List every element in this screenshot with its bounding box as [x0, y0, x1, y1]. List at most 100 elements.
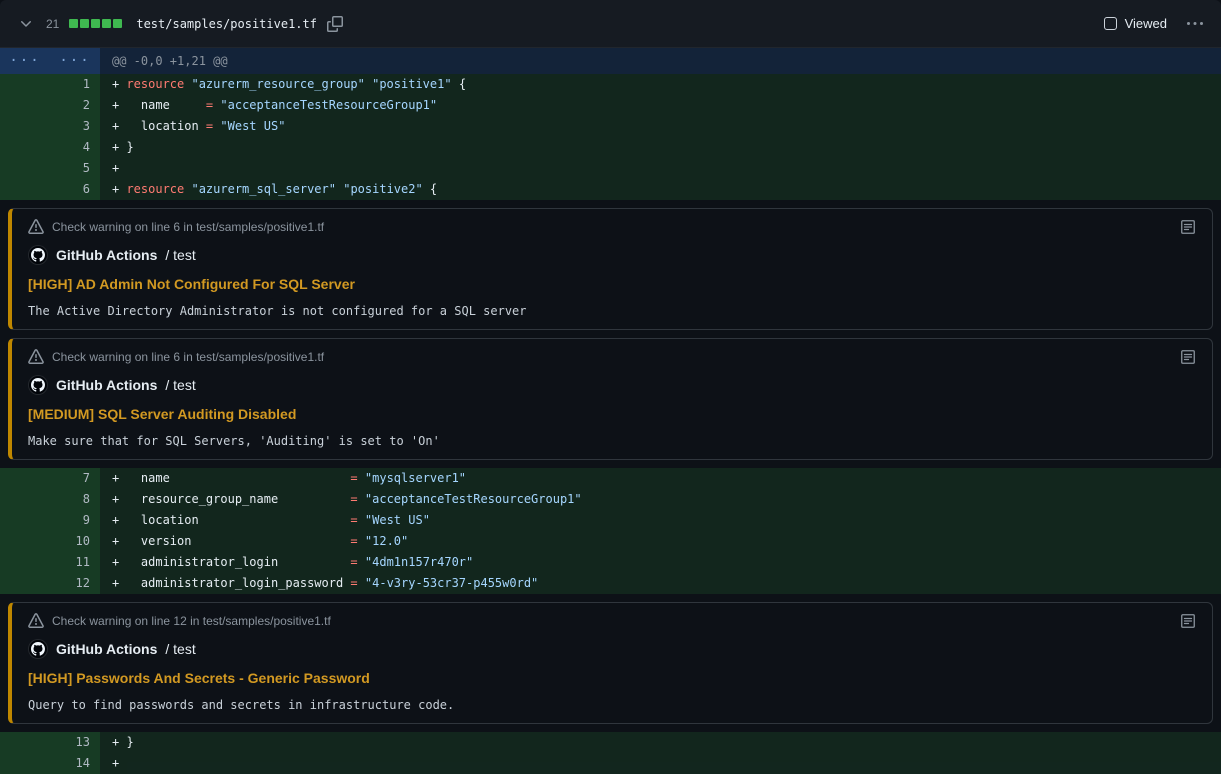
collapse-file-button[interactable] — [16, 14, 36, 34]
new-line-number[interactable]: 7 — [50, 468, 100, 489]
new-line-number[interactable]: 10 — [50, 531, 100, 552]
diff-line: 1+ resource "azurerm_resource_group" "po… — [0, 74, 1221, 95]
diff-line: 12+ administrator_login_password = "4-v3… — [0, 573, 1221, 594]
old-line-number[interactable] — [0, 732, 50, 753]
old-line-number[interactable] — [0, 489, 50, 510]
hunk-gutter: ··· ··· — [0, 48, 100, 74]
diff-view: { "colors": { "addition_green": "#3fb950… — [0, 0, 1221, 774]
code-line: + — [100, 753, 1221, 774]
check-run-link[interactable]: GitHub Actions / test — [28, 639, 1196, 659]
copy-path-button[interactable] — [325, 14, 345, 34]
code-line: + administrator_login = "4dm1n157r470r" — [100, 552, 1221, 573]
check-annotation: Check warning on line 12 in test/samples… — [8, 602, 1213, 724]
code-line: + resource "azurerm_sql_server" "positiv… — [100, 179, 1221, 200]
new-line-number[interactable]: 9 — [50, 510, 100, 531]
viewed-label: Viewed — [1125, 16, 1167, 31]
old-line-number[interactable] — [0, 552, 50, 573]
old-line-number[interactable] — [0, 468, 50, 489]
hunk-header-row: ··· ··· @@ -0,0 +1,21 @@ — [0, 48, 1221, 74]
old-line-number[interactable] — [0, 137, 50, 158]
old-line-number[interactable] — [0, 753, 50, 774]
expand-diff-up-button[interactable]: ··· — [0, 48, 50, 74]
code-line: + resource_group_name = "acceptanceTestR… — [100, 489, 1221, 510]
new-line-number[interactable]: 14 — [50, 753, 100, 774]
old-line-number[interactable] — [0, 179, 50, 200]
diff-line: 10+ version = "12.0" — [0, 531, 1221, 552]
annotation-header: Check warning on line 6 in test/samples/… — [28, 219, 1196, 235]
file-options-button[interactable] — [1185, 14, 1205, 34]
code-line: + version = "12.0" — [100, 531, 1221, 552]
annotation-header: Check warning on line 6 in test/samples/… — [28, 349, 1196, 365]
annotation-icon — [1180, 613, 1196, 629]
new-line-number[interactable]: 3 — [50, 116, 100, 137]
kebab-horizontal-icon — [1187, 16, 1203, 32]
old-line-number[interactable] — [0, 573, 50, 594]
annotation-settings-button[interactable] — [1180, 349, 1196, 365]
code-line: + location = "West US" — [100, 510, 1221, 531]
old-line-number[interactable] — [0, 95, 50, 116]
new-line-number[interactable]: 8 — [50, 489, 100, 510]
annotation-icon — [1180, 219, 1196, 235]
hunk-header-text: @@ -0,0 +1,21 @@ — [100, 48, 1221, 74]
old-line-number[interactable] — [0, 531, 50, 552]
annotation-settings-button[interactable] — [1180, 219, 1196, 235]
warning-icon — [28, 349, 44, 365]
code-line: + name = "acceptanceTestResourceGroup1" — [100, 95, 1221, 116]
file-header-actions: Viewed — [1104, 14, 1205, 34]
github-mark-icon — [31, 248, 45, 262]
code-line: + } — [100, 732, 1221, 753]
old-line-number[interactable] — [0, 116, 50, 137]
annotation-title: [MEDIUM] SQL Server Auditing Disabled — [28, 405, 1196, 423]
diff-line: 3+ location = "West US" — [0, 116, 1221, 137]
annotation-header-text: Check warning on line 12 in test/samples… — [52, 614, 331, 628]
viewed-checkbox[interactable] — [1104, 17, 1117, 30]
new-line-number[interactable]: 4 — [50, 137, 100, 158]
diff-line: 7+ name = "mysqlserver1" — [0, 468, 1221, 489]
annotation-header-text: Check warning on line 6 in test/samples/… — [52, 350, 324, 364]
annotation-description: Make sure that for SQL Servers, 'Auditin… — [28, 433, 1196, 449]
new-line-number[interactable]: 6 — [50, 179, 100, 200]
new-line-number[interactable]: 13 — [50, 732, 100, 753]
old-line-number[interactable] — [0, 510, 50, 531]
github-actions-avatar — [28, 245, 48, 265]
annotation-description: Query to find passwords and secrets in i… — [28, 697, 1196, 713]
file-header: 21 test/samples/positive1.tf Viewed — [0, 0, 1221, 48]
check-run-name: / test — [165, 641, 195, 657]
code-line: + name = "mysqlserver1" — [100, 468, 1221, 489]
new-line-number[interactable]: 2 — [50, 95, 100, 116]
new-line-number[interactable]: 12 — [50, 573, 100, 594]
old-line-number[interactable] — [0, 74, 50, 95]
annotation-settings-button[interactable] — [1180, 613, 1196, 629]
diff-group-3: 13+ } 14+ — [0, 732, 1221, 774]
check-run-link[interactable]: GitHub Actions / test — [28, 375, 1196, 395]
new-line-number[interactable]: 5 — [50, 158, 100, 179]
changed-lines-count: 21 — [46, 17, 59, 31]
check-run-name: / test — [165, 377, 195, 393]
code-line: + resource "azurerm_resource_group" "pos… — [100, 74, 1221, 95]
file-path-link[interactable]: test/samples/positive1.tf — [136, 17, 317, 31]
check-annotation: Check warning on line 6 in test/samples/… — [8, 208, 1213, 330]
code-line: + } — [100, 137, 1221, 158]
github-mark-icon — [31, 642, 45, 656]
diff-group-1: 1+ resource "azurerm_resource_group" "po… — [0, 74, 1221, 200]
diff-line: 8+ resource_group_name = "acceptanceTest… — [0, 489, 1221, 510]
expand-diff-down-button[interactable]: ··· — [50, 48, 100, 74]
annotation-title: [HIGH] Passwords And Secrets - Generic P… — [28, 669, 1196, 687]
diff-line: 4+ } — [0, 137, 1221, 158]
check-run-link[interactable]: GitHub Actions / test — [28, 245, 1196, 265]
diff-line: 5+ — [0, 158, 1221, 179]
annotation-header-text: Check warning on line 6 in test/samples/… — [52, 220, 324, 234]
github-actions-avatar — [28, 375, 48, 395]
old-line-number[interactable] — [0, 158, 50, 179]
code-line: + location = "West US" — [100, 116, 1221, 137]
code-line: + — [100, 158, 1221, 179]
new-line-number[interactable]: 1 — [50, 74, 100, 95]
copy-icon — [327, 16, 343, 32]
annotation-description: The Active Directory Administrator is no… — [28, 303, 1196, 319]
viewed-toggle[interactable]: Viewed — [1104, 16, 1167, 31]
new-line-number[interactable]: 11 — [50, 552, 100, 573]
annotation-icon — [1180, 349, 1196, 365]
diff-line: 6+ resource "azurerm_sql_server" "positi… — [0, 179, 1221, 200]
github-mark-icon — [31, 378, 45, 392]
chevron-down-icon — [18, 16, 34, 32]
